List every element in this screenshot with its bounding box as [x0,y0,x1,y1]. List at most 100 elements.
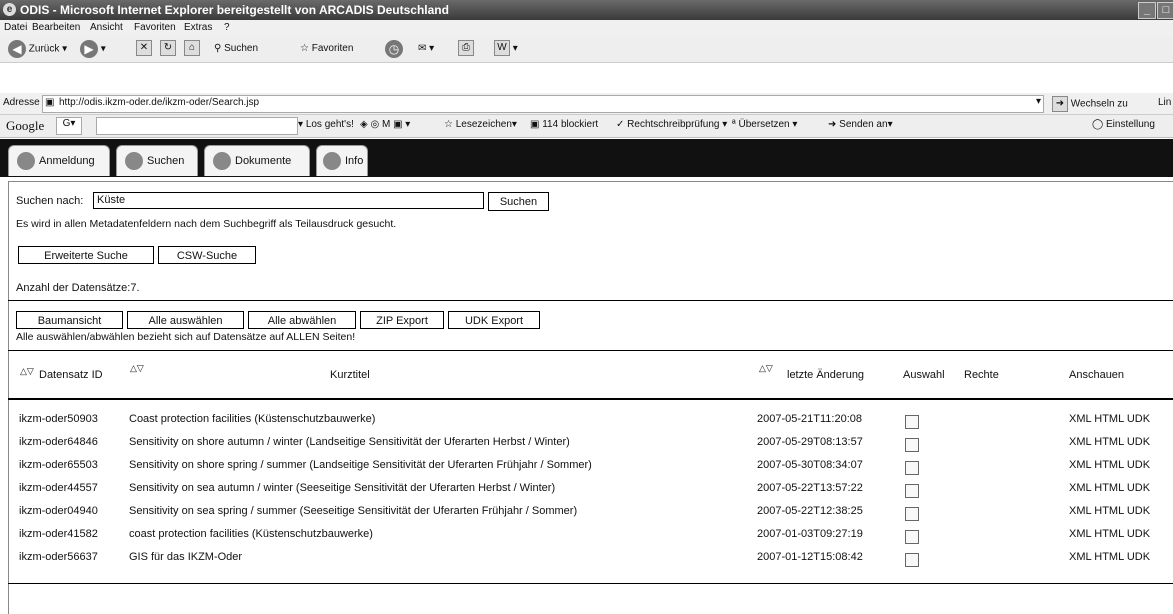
google-search-input[interactable] [96,117,298,135]
favorites-button[interactable]: ☆ Favoriten [300,40,353,58]
minimize-button[interactable]: _ [1138,2,1156,19]
google-g-box[interactable]: G▾ [56,117,82,135]
header-id[interactable]: Datensatz ID [39,369,103,381]
word-button[interactable]: W ▾ [494,40,518,58]
menu-datei[interactable]: Datei [4,22,27,33]
row-id: ikzm-oder64846 [19,436,98,448]
row-checkbox[interactable] [905,507,919,521]
tab-suchen[interactable]: Suchen [116,145,198,176]
popup-blocked[interactable]: ▣ 114 blockiert [530,119,598,130]
refresh-icon: ↻ [160,40,176,57]
header-select: Auswahl [903,369,945,381]
search-value: Küste [97,194,126,206]
send-button[interactable]: ➜ Senden an▾ [828,119,893,130]
row-checkbox[interactable] [905,553,919,567]
row-changed: 2007-05-30T08:34:07 [757,459,863,471]
menu-extras[interactable]: Extras [184,22,212,33]
row-id: ikzm-oder41582 [19,528,98,540]
row-view-links[interactable]: XML HTML UDK [1069,482,1150,494]
selection-note: Alle auswählen/abwählen bezieht sich auf… [16,331,356,343]
table-row: ikzm-oder44557 Sensitivity on sea autumn… [0,482,1173,498]
table-row: ikzm-oder64846 Sensitivity on shore autu… [0,436,1173,452]
search-toolbar-button[interactable]: ⚲ Suchen [214,40,258,58]
go-button[interactable]: ➜ Wechseln zu [1052,96,1128,112]
csw-search-button[interactable]: CSW-Suche [158,246,256,264]
select-all-button[interactable]: Alle auswählen [127,311,244,329]
row-id: ikzm-oder65503 [19,459,98,471]
row-view-links[interactable]: XML HTML UDK [1069,528,1150,540]
menu-ansicht[interactable]: Ansicht [90,22,123,33]
row-checkbox[interactable] [905,530,919,544]
table-row: ikzm-oder41582 coast protection faciliti… [0,528,1173,544]
row-id: ikzm-oder04940 [19,505,98,517]
sort-changed-icon[interactable]: △▽ [759,364,773,373]
row-id: ikzm-oder50903 [19,413,98,425]
menu-bearbeiten[interactable]: Bearbeiten [32,22,80,33]
sort-title-icon[interactable]: △▽ [130,364,144,373]
links-label[interactable]: Lin [1158,97,1171,108]
row-changed: 2007-01-03T09:27:19 [757,528,863,540]
row-title[interactable]: Sensitivity on shore spring / summer (La… [129,459,592,471]
back-arrow-icon: ◀ [8,40,26,58]
google-icons[interactable]: ◈ ◎ M ▣ ▾ [360,119,410,130]
google-go-button[interactable]: ▾ Los geht's! [298,119,354,130]
row-view-links[interactable]: XML HTML UDK [1069,459,1150,471]
magnifier-icon: ⚲ [214,43,222,54]
menu-help[interactable]: ? [224,22,230,33]
go-arrow-icon: ➜ [1052,96,1068,112]
address-dropdown-icon[interactable]: ▾ [1036,96,1041,107]
forward-button[interactable]: ▶ ▾ [80,40,106,58]
divider [8,300,1173,301]
sort-id-icon[interactable]: △▽ [20,367,34,376]
row-title[interactable]: GIS für das IKZM-Oder [129,551,242,563]
row-title[interactable]: Sensitivity on sea spring / summer (Sees… [129,505,577,517]
tree-view-button[interactable]: Baumansicht [16,311,123,329]
translate-button[interactable]: ª Übersetzen ▾ [732,119,797,130]
row-checkbox[interactable] [905,484,919,498]
advanced-search-button[interactable]: Erweiterte Suche [18,246,154,264]
history-button[interactable]: ◷ [385,40,403,58]
star-icon: ☆ [300,43,309,54]
row-title[interactable]: Sensitivity on shore autumn / winter (La… [129,436,570,448]
row-view-links[interactable]: XML HTML UDK [1069,551,1150,563]
udk-export-button[interactable]: UDK Export [448,311,540,329]
bookmarks-button[interactable]: ☆ Lesezeichen▾ [444,119,517,130]
pen-icon [17,152,35,171]
home-button[interactable]: ⌂ [184,40,200,58]
row-id: ikzm-oder44557 [19,482,98,494]
zip-export-button[interactable]: ZIP Export [360,311,444,329]
row-checkbox[interactable] [905,415,919,429]
stop-button[interactable]: ✕ [136,40,152,58]
menu-favoriten[interactable]: Favoriten [134,22,176,33]
row-view-links[interactable]: XML HTML UDK [1069,436,1150,448]
row-view-links[interactable]: XML HTML UDK [1069,413,1150,425]
settings-button[interactable]: ◯ Einstellung [1092,119,1155,130]
print-button[interactable]: ⎙ [458,40,474,58]
tab-info[interactable]: Info [316,145,368,176]
row-view-links[interactable]: XML HTML UDK [1069,505,1150,517]
search-input[interactable]: Küste [93,192,484,209]
header-changed[interactable]: letzte Änderung [787,369,864,381]
row-checkbox[interactable] [905,461,919,475]
back-button[interactable]: ◀ Zurück ▾ [8,40,67,58]
window-titlebar: e ODIS - Microsoft Internet Explorer ber… [0,0,1173,20]
mail-icon: ✉ [418,43,427,54]
mail-button[interactable]: ✉ ▾ [418,40,434,58]
row-checkbox[interactable] [905,438,919,452]
divider [8,350,1173,351]
maximize-button[interactable]: □ [1157,2,1173,19]
tab-anmeldung[interactable]: Anmeldung [8,145,110,176]
row-title[interactable]: coast protection facilities (Küstenschut… [129,528,373,540]
refresh-button[interactable]: ↻ [160,40,176,58]
search-button[interactable]: Suchen [488,192,549,211]
row-changed: 2007-01-12T15:08:42 [757,551,863,563]
row-title[interactable]: Sensitivity on sea autumn / winter (Sees… [129,482,555,494]
table-row: ikzm-oder04940 Sensitivity on sea spring… [0,505,1173,521]
deselect-all-button[interactable]: Alle abwählen [248,311,356,329]
row-title[interactable]: Coast protection facilities (Küstenschut… [129,413,375,425]
spellcheck-button[interactable]: ✓ Rechtschreibprüfung ▾ [616,119,727,130]
header-title[interactable]: Kurztitel [330,369,370,381]
address-input[interactable]: ▣ http://odis.ikzm-oder.de/ikzm-oder/Sea… [42,95,1044,113]
tab-dokumente[interactable]: Dokumente [204,145,310,176]
record-count: Anzahl der Datensätze:7. [16,282,140,294]
